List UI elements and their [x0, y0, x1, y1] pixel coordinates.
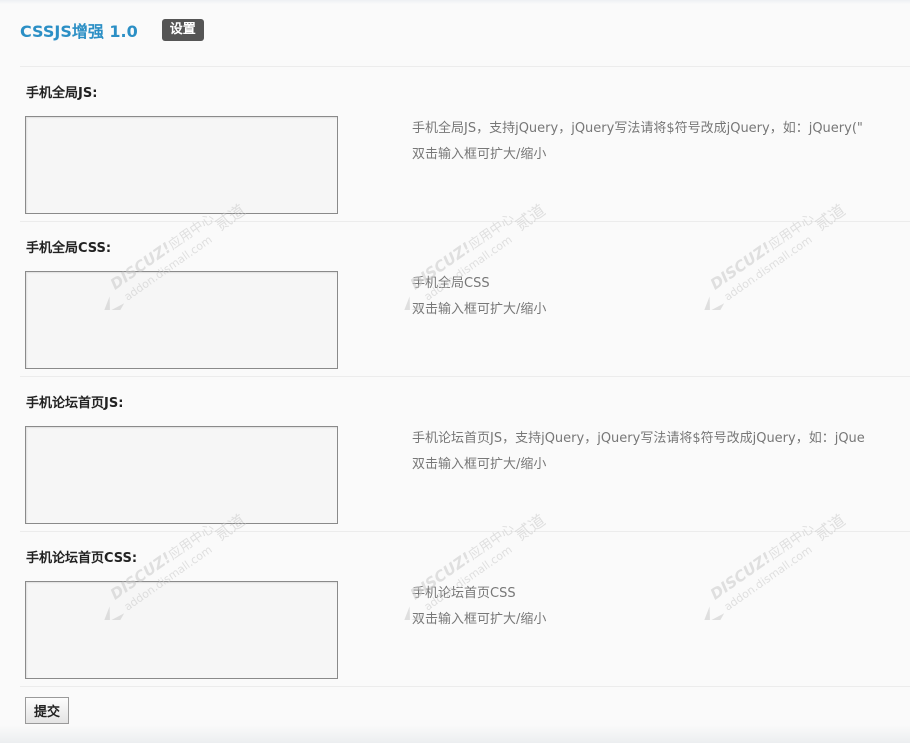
description-hint: 双击输入框可扩大/缩小 [412, 457, 547, 472]
bottom-shadow [0, 725, 910, 743]
watermark-tag: 贰道 [812, 511, 849, 545]
section-description: 手机论坛首页CSS 双击输入框可扩大/缩小 [412, 581, 546, 633]
mobile-forum-index-css-textarea[interactable] [25, 581, 338, 679]
description-line: 手机论坛首页CSS [412, 586, 516, 601]
watermark-brand-cn: 应用中心 [465, 520, 517, 563]
divider [20, 531, 910, 532]
mobile-forum-index-js-textarea[interactable] [25, 426, 338, 524]
watermark-brand-cn: 应用中心 [165, 210, 217, 253]
watermark-logo: DISCUZ! 应用中心 addon.dismall.com 贰道 [696, 511, 849, 620]
watermark-brand: DISCUZ! [707, 239, 774, 294]
section-label-mobile-forum-index-css: 手机论坛首页CSS: [26, 551, 138, 566]
section-description: 手机全局JS，支持jQuery，jQuery写法请将$符号改成jQuery，如：… [412, 116, 863, 168]
watermark-brand: DISCUZ! [707, 549, 774, 604]
watermark-brand-cn: 应用中心 [165, 520, 217, 563]
watermark-brand-cn: 应用中心 [765, 210, 817, 253]
divider [20, 686, 910, 687]
section-description: 手机论坛首页JS，支持jQuery，jQuery写法请将$符号改成jQuery，… [412, 426, 865, 478]
top-border [0, 0, 910, 4]
watermark-tag: 贰道 [812, 201, 849, 235]
watermark-tag: 贰道 [512, 201, 549, 235]
description-hint: 双击输入框可扩大/缩小 [412, 147, 547, 162]
mobile-global-js-textarea[interactable] [25, 116, 338, 214]
page-title: CSSJS增强 1.0 [20, 22, 138, 41]
description-hint: 双击输入框可扩大/缩小 [412, 612, 547, 627]
page-header: CSSJS增强 1.0 设置 [20, 18, 204, 42]
watermark-logo: DISCUZ! 应用中心 addon.dismall.com 贰道 [696, 201, 849, 310]
watermark-tag: 贰道 [512, 511, 549, 545]
description-line: 手机全局CSS [412, 276, 490, 291]
plugin-settings-page: CSSJS增强 1.0 设置 手机全局JS: 手机全局JS，支持jQuery，j… [0, 0, 910, 743]
watermark-url: addon.dismall.com [722, 543, 815, 613]
tab-settings[interactable]: 设置 [161, 19, 204, 41]
description-line: 手机论坛首页JS，支持jQuery，jQuery写法请将$符号改成jQuery，… [412, 431, 865, 446]
divider [20, 66, 910, 67]
section-label-mobile-forum-index-js: 手机论坛首页JS: [26, 396, 124, 411]
watermark-brand-cn: 应用中心 [465, 210, 517, 253]
section-label-mobile-global-css: 手机全局CSS: [26, 241, 112, 256]
submit-button[interactable]: 提交 [25, 697, 69, 724]
divider [20, 376, 910, 377]
description-line: 手机全局JS，支持jQuery，jQuery写法请将$符号改成jQuery，如：… [412, 121, 863, 136]
watermark-url: addon.dismall.com [722, 233, 815, 303]
section-label-mobile-global-js: 手机全局JS: [26, 86, 98, 101]
description-hint: 双击输入框可扩大/缩小 [412, 302, 547, 317]
watermark-brand-cn: 应用中心 [765, 520, 817, 563]
mobile-global-css-textarea[interactable] [25, 271, 338, 369]
divider [20, 221, 910, 222]
section-description: 手机全局CSS 双击输入框可扩大/缩小 [412, 271, 546, 323]
